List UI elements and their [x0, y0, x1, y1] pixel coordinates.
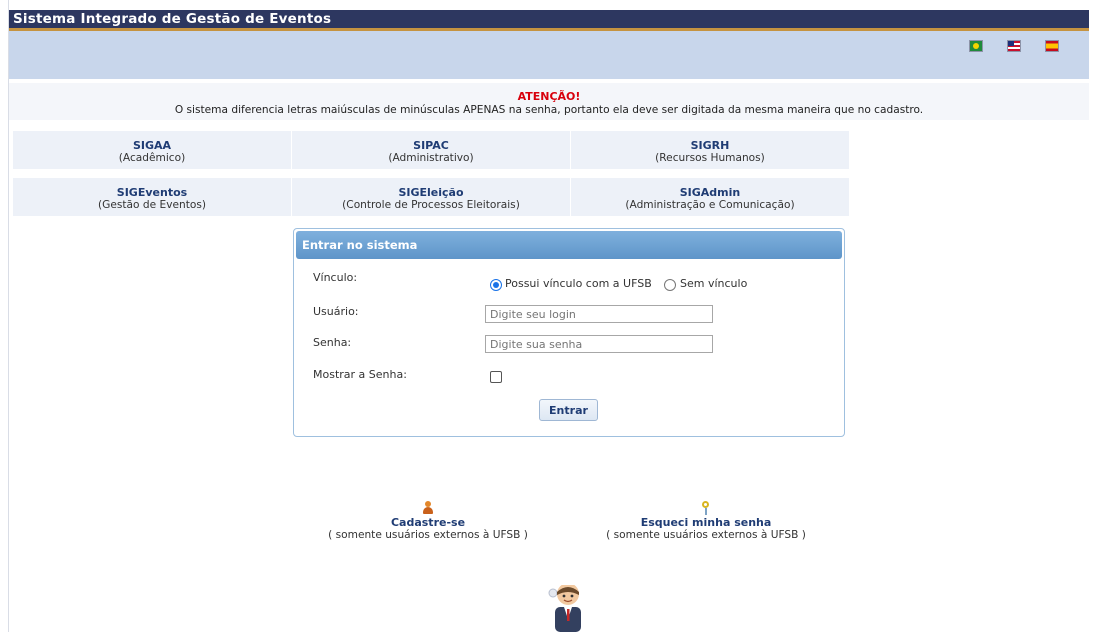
system-name: SIGRH	[690, 139, 730, 152]
system-link-sigeventos[interactable]: SIGEventos (Gestão de Eventos)	[13, 178, 291, 216]
system-name: SIGEventos	[116, 186, 188, 199]
system-desc: (Controle de Processos Eleitorais)	[342, 199, 520, 211]
radio-without-vinculo[interactable]	[664, 279, 676, 291]
warning-panel: ATENÇÃO! O sistema diferencia letras mai…	[9, 83, 1089, 120]
system-desc: (Acadêmico)	[118, 152, 186, 164]
help-mascot-icon	[548, 585, 581, 632]
user-input[interactable]	[485, 305, 713, 323]
user-label: Usuário:	[313, 305, 359, 318]
warning-title: ATENÇÃO!	[517, 90, 581, 103]
password-label: Senha:	[313, 336, 352, 349]
system-desc: (Administração e Comunicação)	[625, 199, 795, 211]
system-link-sigrh[interactable]: SIGRH (Recursos Humanos)	[571, 131, 849, 169]
system-link-sigadmin[interactable]: SIGAdmin (Administração e Comunicação)	[571, 178, 849, 216]
spain-flag-icon[interactable]	[1045, 40, 1059, 52]
radio-with-vinculo[interactable]	[490, 279, 502, 291]
system-desc: (Gestão de Eventos)	[98, 199, 206, 211]
header-band	[9, 31, 1089, 79]
system-name: SIGAdmin	[679, 186, 741, 199]
key-icon	[700, 501, 712, 515]
system-name: SIPAC	[413, 139, 449, 152]
show-password-checkbox[interactable]	[490, 371, 502, 383]
usa-flag-icon[interactable]	[1007, 40, 1021, 52]
login-title: Entrar no sistema	[296, 231, 842, 259]
app-header: Sistema Integrado de Gestão de Eventos	[9, 10, 1089, 31]
vinculo-label: Vínculo:	[313, 271, 358, 284]
forgot-password-title[interactable]: Esqueci minha senha	[606, 516, 806, 529]
user-add-icon	[422, 501, 434, 515]
login-button[interactable]: Entrar	[539, 399, 598, 421]
radio-with-vinculo-label[interactable]: Possui vínculo com a UFSB	[505, 277, 652, 290]
show-password-label: Mostrar a Senha:	[313, 368, 407, 381]
forgot-password-note: ( somente usuários externos à UFSB )	[606, 529, 806, 541]
system-name: SIGEleição	[398, 186, 464, 199]
app-title: Sistema Integrado de Gestão de Eventos	[13, 11, 332, 27]
brazil-flag-icon[interactable]	[969, 40, 983, 52]
system-link-sipac[interactable]: SIPAC (Administrativo)	[292, 131, 570, 169]
register-link[interactable]: Cadastre-se ( somente usuários externos …	[328, 501, 528, 541]
system-desc: (Administrativo)	[388, 152, 474, 164]
forgot-password-link[interactable]: Esqueci minha senha ( somente usuários e…	[606, 501, 806, 541]
login-panel: Entrar no sistema Vínculo: Possui víncul…	[293, 228, 845, 437]
system-name: SIGAA	[132, 139, 172, 152]
register-title[interactable]: Cadastre-se	[328, 516, 528, 529]
radio-without-vinculo-label[interactable]: Sem vínculo	[680, 277, 747, 290]
warning-text: O sistema diferencia letras maiúsculas d…	[174, 104, 924, 116]
register-note: ( somente usuários externos à UFSB )	[328, 529, 528, 541]
password-input[interactable]	[485, 335, 713, 353]
system-desc: (Recursos Humanos)	[655, 152, 765, 164]
system-link-sigaa[interactable]: SIGAA (Acadêmico)	[13, 131, 291, 169]
system-link-sigeleicao[interactable]: SIGEleição (Controle de Processos Eleito…	[292, 178, 570, 216]
